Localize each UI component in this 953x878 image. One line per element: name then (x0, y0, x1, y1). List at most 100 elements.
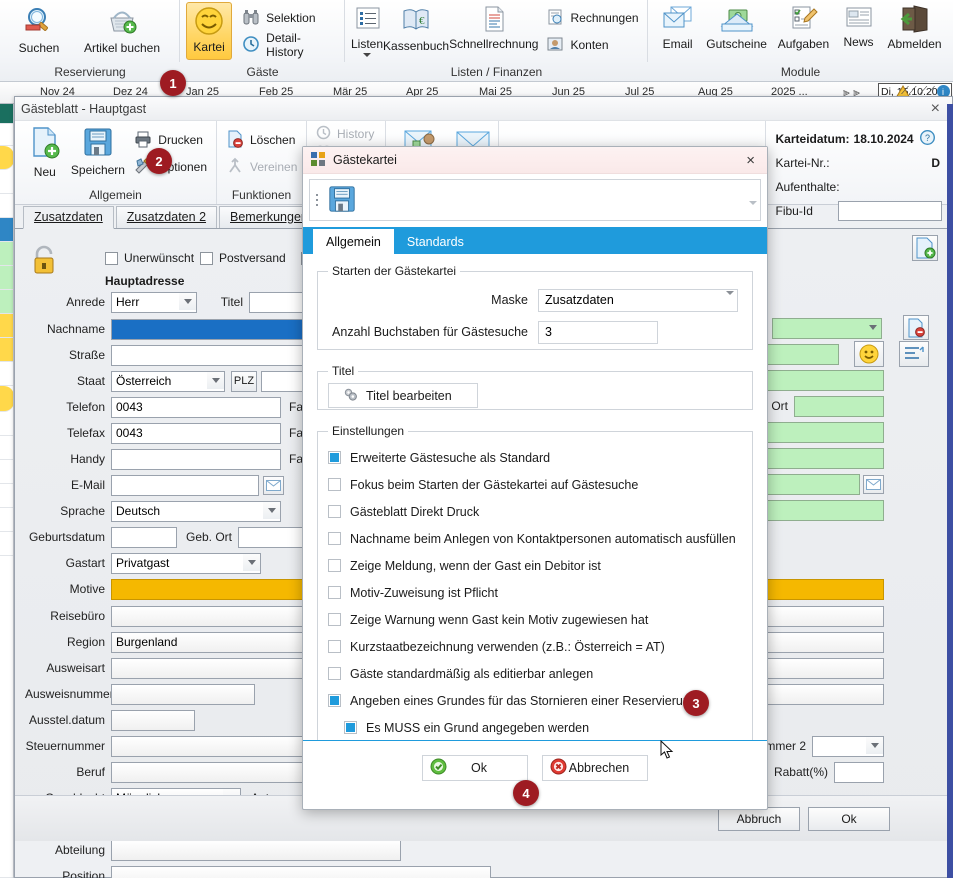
gb-input-telefax[interactable] (111, 422, 281, 444)
gk-check-erweiterte-gaestesuche[interactable]: Erweiterte Gästesuche als Standard (328, 444, 742, 471)
checkbox-icon[interactable] (328, 532, 341, 545)
gb-input-handy[interactable] (111, 448, 281, 470)
gb-button-abbruch[interactable]: Abbruch (718, 806, 800, 831)
ribbon-button-aufgaben[interactable]: Aufgaben (772, 2, 835, 51)
chevron-down-icon[interactable] (263, 501, 280, 519)
ribbon-button-suchen[interactable]: Suchen (6, 2, 72, 55)
gk-tab-standards[interactable]: Standards (394, 229, 477, 254)
gb-input-ort[interactable] (794, 395, 884, 417)
close-icon[interactable]: × (742, 152, 759, 169)
gk-button-ok[interactable]: Ok (422, 754, 528, 781)
gb-right-input-8[interactable] (749, 499, 884, 521)
sort-list-icon[interactable] (899, 341, 929, 367)
chevron-down-icon[interactable] (243, 553, 260, 571)
gb-right-input-12[interactable] (749, 683, 884, 705)
gb-right-input-motive[interactable] (749, 578, 884, 600)
gk-check-nachname-autofill[interactable]: Nachname beim Anlegen von Kontaktpersone… (328, 525, 742, 552)
ribbon-button-news[interactable]: News (835, 2, 882, 49)
gb-input-sprache[interactable] (111, 500, 281, 522)
gb-check-postversand[interactable]: Postversand (200, 247, 286, 269)
gb-check-unerwuenscht[interactable]: Unerwünscht (105, 247, 194, 269)
checkbox-icon[interactable] (328, 559, 341, 572)
checkbox-icon[interactable] (328, 478, 341, 491)
ribbon-button-artikel-buchen[interactable]: Artikel buchen (72, 2, 172, 55)
gk-check-fokus-gaestesuche[interactable]: Fokus beim Starten der Gästekartei auf G… (328, 471, 742, 498)
ribbon-button-email[interactable]: Email (654, 2, 701, 51)
help-icon[interactable]: ? (919, 129, 935, 148)
gk-check-grund-muss[interactable]: Es MUSS ein Grund angegeben werden (328, 714, 742, 741)
smiley-icon[interactable] (854, 341, 884, 367)
ribbon-button-abmelden[interactable]: Abmelden (882, 2, 947, 51)
chevron-down-icon[interactable] (363, 53, 372, 57)
gb-right-input-10[interactable] (749, 631, 884, 653)
save-icon[interactable] (327, 184, 357, 217)
chevron-down-icon[interactable] (726, 290, 734, 309)
toolbar-overflow-icon[interactable] (749, 201, 757, 219)
checkbox-icon[interactable] (344, 721, 357, 734)
gb-right-input-6[interactable] (749, 447, 884, 469)
ribbon-button-kassenbuch[interactable]: € Kassenbuch (383, 2, 449, 53)
ribbon-button-gutscheine[interactable]: Gutscheine (701, 2, 772, 51)
gk-input-maske[interactable] (538, 288, 738, 312)
gb-tab-zusatzdaten[interactable]: Zusatzdaten (23, 206, 114, 229)
checkbox-icon[interactable] (328, 505, 341, 518)
gk-button-titel-bearbeiten[interactable]: Titel bearbeiten (328, 383, 478, 408)
ribbon-button-listen[interactable]: Listen (351, 2, 383, 57)
gk-check-motiv-warnung[interactable]: Zeige Warnung wenn Gast kein Motiv zugew… (328, 606, 742, 633)
mail-icon[interactable] (263, 475, 284, 495)
checkbox-icon[interactable] (328, 667, 341, 680)
gk-check-storno-grund[interactable]: Angeben eines Grundes für das Stornieren… (328, 687, 742, 714)
chevron-down-icon[interactable] (866, 736, 883, 754)
gb-input-titel[interactable] (249, 291, 309, 313)
gk-check-debitor-meldung[interactable]: Zeige Meldung, wenn der Gast ein Debitor… (328, 552, 742, 579)
gb-fibu-input[interactable] (838, 201, 942, 221)
gb-right-input-3[interactable] (749, 369, 884, 391)
gb-input-geburtsdatum[interactable] (111, 526, 177, 548)
gk-input-anzahl[interactable] (538, 320, 658, 344)
ribbon-button-schnellrechnung[interactable]: Schnellrechnung (449, 2, 538, 51)
checkbox-icon[interactable] (328, 451, 341, 464)
checkbox-icon[interactable] (200, 251, 213, 265)
checkbox-icon[interactable] (328, 586, 341, 599)
gb-tab-zusatzdaten-2[interactable]: Zusatzdaten 2 (115, 206, 218, 228)
gb-right-input-5[interactable] (749, 421, 884, 443)
lock-icon[interactable] (29, 245, 59, 280)
checkbox-icon[interactable] (328, 613, 341, 626)
ribbon-button-konten[interactable]: Konten (542, 33, 642, 57)
close-icon[interactable]: × (925, 100, 946, 117)
gb-button-remove-record[interactable] (903, 315, 929, 340)
gb-right-input-9[interactable] (749, 605, 884, 627)
mail-icon[interactable] (863, 474, 884, 494)
ribbon-button-kartei[interactable]: Kartei (186, 2, 233, 60)
gb-input-telefon[interactable] (111, 396, 281, 418)
gb-input-ausweisnummer[interactable] (111, 683, 255, 705)
gk-tab-allgemein[interactable]: Allgemein (313, 229, 394, 254)
gb-input-position[interactable] (111, 865, 491, 878)
gb-button-drucken[interactable]: Drucken (130, 129, 211, 151)
gb-input-abteilung[interactable] (111, 839, 401, 861)
checkbox-icon[interactable] (105, 251, 118, 265)
checkbox-icon[interactable] (328, 640, 341, 653)
gb-input-rabatt[interactable] (834, 761, 884, 783)
gb-right-combo-1[interactable] (772, 317, 882, 339)
gk-check-direkt-druck[interactable]: Gästeblatt Direkt Druck (328, 498, 742, 525)
gk-check-kurzstaatbezeichnung[interactable]: Kurzstaatbezeichnung verwenden (z.B.: Ös… (328, 633, 742, 660)
gb-button-history[interactable]: History (312, 125, 378, 143)
gb-input-email[interactable] (111, 474, 259, 496)
chevron-down-icon[interactable] (179, 292, 196, 310)
checkbox-icon[interactable] (328, 694, 341, 707)
gb-button-vereinen[interactable]: Vereinen (222, 156, 301, 178)
chevron-down-icon[interactable] (864, 319, 881, 336)
gk-check-editierbar-anlegen[interactable]: Gäste standardmäßig als editierbar anleg… (328, 660, 742, 687)
toolbar-grip[interactable] (313, 194, 321, 206)
gb-input-gastart[interactable] (111, 552, 261, 574)
gb-button-plz[interactable]: PLZ (231, 370, 257, 392)
gb-button-loeschen[interactable]: Löschen (222, 129, 301, 151)
gk-button-abbrechen[interactable]: Abbrechen (542, 754, 648, 781)
ribbon-button-rechnungen[interactable]: Rechnungen (542, 6, 642, 30)
chevron-down-icon[interactable] (207, 371, 224, 389)
gk-check-motiv-pflicht[interactable]: Motiv-Zuweisung ist Pflicht (328, 579, 742, 606)
gb-button-new-record[interactable] (912, 235, 938, 261)
ribbon-button-detail-history[interactable]: Detail-History (238, 31, 338, 59)
gb-button-ok[interactable]: Ok (808, 806, 890, 831)
